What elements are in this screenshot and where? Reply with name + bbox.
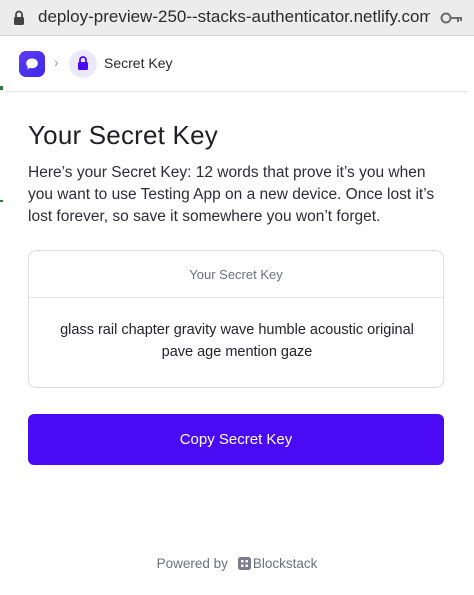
- blockstack-logo-icon: [237, 556, 251, 570]
- secure-lock-icon: [12, 10, 26, 26]
- copy-secret-key-button[interactable]: Copy Secret Key: [28, 414, 444, 465]
- powered-by-label: Powered by: [156, 555, 228, 571]
- edge-artifact: [0, 86, 3, 90]
- secret-key-card: Your Secret Key glass rail chapter gravi…: [28, 250, 444, 388]
- key-icon[interactable]: [440, 10, 464, 26]
- secret-key-phrase: glass rail chapter gravity wave humble a…: [60, 322, 414, 360]
- page-description: Here’s your Secret Key: 12 words that pr…: [28, 164, 435, 225]
- page-title: Your Secret Key: [28, 120, 218, 150]
- chat-bubble-icon[interactable]: [19, 51, 45, 77]
- footer: Powered by Blockstack: [0, 552, 474, 574]
- secret-key-card-heading: Your Secret Key: [29, 251, 443, 298]
- app-header: › Secret Key: [6, 36, 468, 92]
- chevron-right-icon: ›: [54, 54, 59, 70]
- breadcrumb-label: Secret Key: [104, 55, 173, 71]
- blockstack-link[interactable]: Blockstack: [253, 556, 318, 571]
- address-field[interactable]: deploy-preview-250--stacks-authenticator…: [38, 7, 430, 27]
- lock-icon: [69, 50, 97, 78]
- edge-artifact: [0, 200, 3, 202]
- browser-url-bar: deploy-preview-250--stacks-authenticator…: [0, 0, 474, 36]
